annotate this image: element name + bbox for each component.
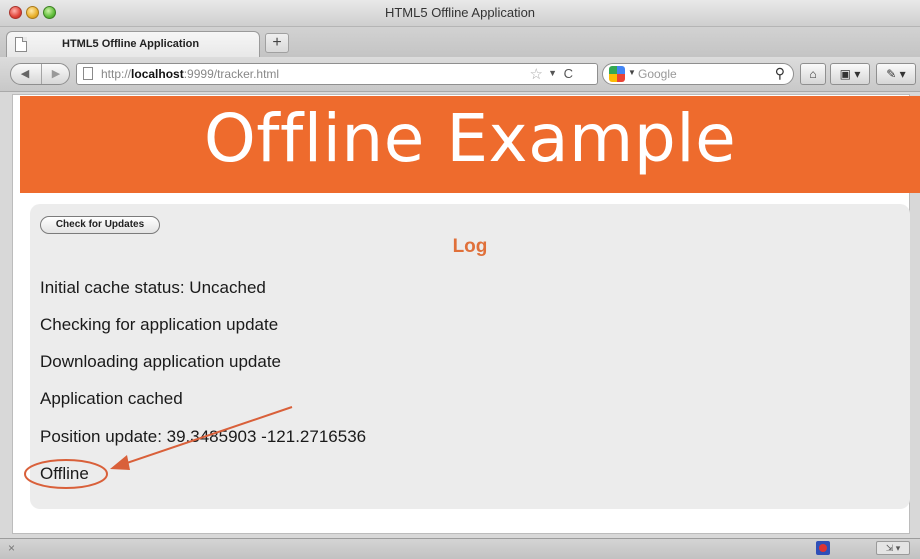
url-text: http://localhost:9999/tracker.html — [101, 67, 280, 81]
search-engine-dropdown-icon[interactable]: ▼ — [628, 68, 636, 77]
search-bar[interactable]: ▼ Google ⚲ — [602, 63, 794, 85]
log-line: Checking for application update — [40, 315, 279, 334]
page-banner: Offline Example — [20, 96, 920, 193]
google-icon[interactable] — [609, 66, 625, 82]
window-title: HTML5 Offline Application — [384, 5, 536, 20]
resize-icon[interactable]: ⇲ ▾ — [876, 541, 910, 555]
tab-html5-offline-application[interactable]: HTML5 Offline Application — [6, 31, 260, 57]
reload-button[interactable]: C — [564, 66, 573, 81]
tab-bar: HTML5 Offline Application + — [0, 27, 920, 57]
log-line: Initial cache status: Uncached — [40, 278, 266, 297]
url-dropdown-icon[interactable]: ▼ — [548, 68, 557, 78]
navigation-toolbar: ◀ ▶ http://localhost:9999/tracker.html ☆… — [0, 57, 920, 92]
log-line-offline: Offline — [40, 464, 89, 483]
forward-button[interactable]: ▶ — [41, 64, 70, 84]
home-button[interactable]: ⌂ — [800, 63, 826, 85]
addon-status-icon[interactable] — [816, 541, 830, 555]
check-for-updates-button[interactable]: Check for Updates — [40, 216, 160, 234]
log-line: Application cached — [40, 389, 183, 408]
address-bar[interactable]: http://localhost:9999/tracker.html ☆ ▼ C — [76, 63, 598, 85]
page-title: Offline Example — [203, 100, 737, 177]
bookmark-star-icon[interactable]: ☆ — [530, 65, 543, 83]
log-heading: Log — [452, 236, 488, 257]
page-icon — [15, 37, 27, 52]
search-icon[interactable]: ⚲ — [775, 65, 785, 82]
back-button[interactable]: ◀ — [11, 64, 39, 84]
new-tab-button[interactable]: + — [265, 33, 289, 53]
close-icon[interactable]: × — [8, 541, 15, 555]
search-input[interactable]: Google — [638, 67, 677, 81]
addons-button[interactable]: ✎ ▾ — [876, 63, 916, 85]
window-titlebar: HTML5 Offline Application — [0, 0, 920, 27]
page-icon — [83, 67, 93, 80]
bookmarks-button[interactable]: ▣ ▾ — [830, 63, 870, 85]
back-forward-group: ◀ ▶ — [10, 63, 70, 85]
tab-label: HTML5 Offline Application — [62, 38, 200, 50]
status-bar: × ⇲ ▾ — [0, 538, 920, 559]
log-line: Downloading application update — [40, 352, 282, 371]
log-line: Position update: 39.3485903 -121.2716536 — [40, 427, 367, 446]
